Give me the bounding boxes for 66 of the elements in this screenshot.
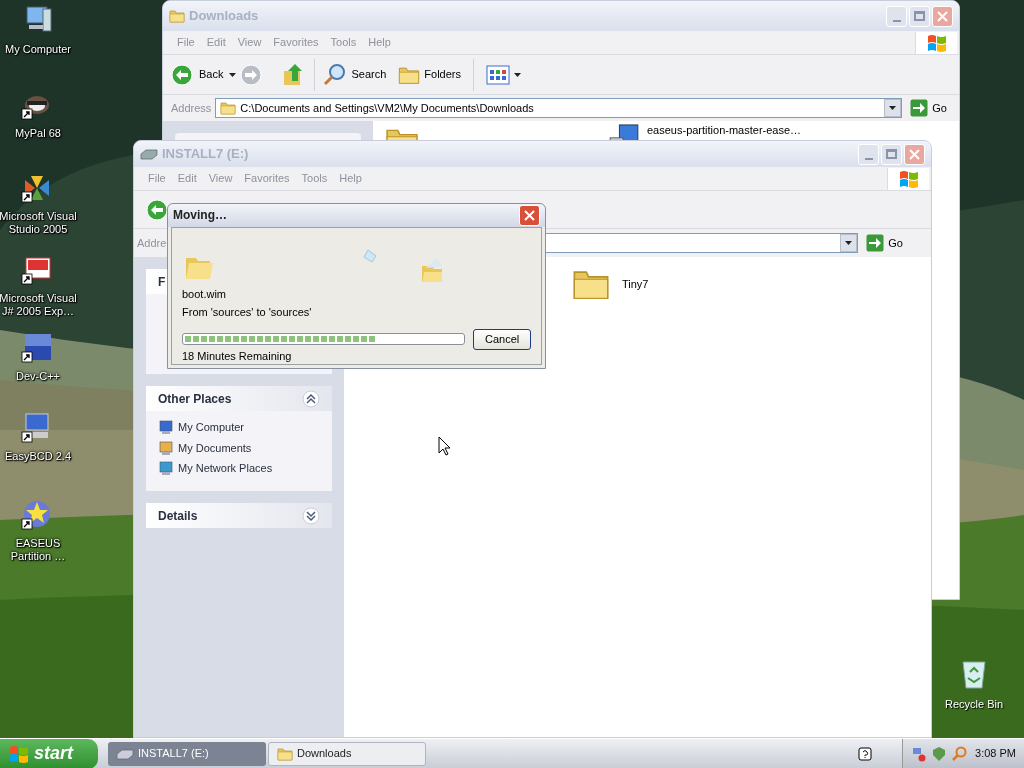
network-icon[interactable] <box>911 745 927 762</box>
desktop-icon-label[interactable]: Microsoft Visual Studio 2005 <box>0 210 78 236</box>
desktop-icon-label[interactable]: Recycle Bin <box>944 696 1004 713</box>
network-icon <box>158 460 174 477</box>
go-button[interactable]: Go <box>906 99 951 117</box>
taskbar-button[interactable]: INSTALL7 (E:) <box>108 741 266 766</box>
folder-icon <box>169 8 185 24</box>
window-title: Downloads <box>189 7 259 26</box>
search-button[interactable]: Search <box>323 62 387 87</box>
search-icon <box>323 62 348 87</box>
address-label: Address <box>171 100 212 116</box>
help-icon[interactable] <box>858 746 872 761</box>
flag-logo-icon <box>8 743 30 764</box>
panel-title[interactable]: Details <box>158 506 198 525</box>
go-button[interactable]: Go <box>862 234 907 252</box>
place-link[interactable]: My Computer <box>178 419 245 436</box>
file-name: boot.wim <box>182 286 228 302</box>
flag-logo-icon <box>897 168 920 189</box>
caret-icon <box>845 241 853 245</box>
clock: 3:08 PM <box>975 746 1016 762</box>
desktop-icon-label[interactable]: MyPal 68 <box>15 127 61 140</box>
place-link[interactable]: My Documents <box>178 439 252 456</box>
dropdown-button[interactable] <box>840 234 858 252</box>
views-button[interactable] <box>486 64 521 85</box>
address-field[interactable]: C:\Documents and Settings\VM2\My Documents\Downloads <box>215 98 903 118</box>
panel-title[interactable]: F <box>158 272 166 291</box>
desktop-icon-label[interactable]: Microsoft Visual J# 2005 Exp… <box>0 292 78 318</box>
dropdown-button[interactable] <box>884 99 902 117</box>
close-icon <box>937 10 948 22</box>
close-button[interactable] <box>519 204 540 226</box>
back-button[interactable]: Back <box>171 63 237 86</box>
folder-icon <box>220 100 237 116</box>
caret-icon <box>229 72 237 77</box>
dialog-title: Moving… <box>173 207 227 225</box>
drive-icon <box>140 148 158 160</box>
flag-logo-icon <box>925 32 948 53</box>
drive-icon <box>116 747 134 760</box>
move-detail: From 'sources' to 'sources' <box>182 305 313 320</box>
maximize-button[interactable] <box>881 143 902 165</box>
desktop-icon-label[interactable]: My Computer <box>5 43 71 56</box>
maximize-button[interactable] <box>909 5 930 27</box>
caret-icon <box>514 72 521 77</box>
minimize-button[interactable] <box>858 143 879 165</box>
place-link[interactable]: My Network Places <box>178 460 273 477</box>
file-name[interactable]: Tiny7 <box>622 275 649 293</box>
documents-icon <box>158 439 174 456</box>
close-icon <box>524 209 535 221</box>
time-remaining: 18 Minutes Remaining <box>182 348 293 364</box>
grid-view-icon <box>486 64 510 85</box>
address-label: Addre <box>137 235 167 251</box>
computer-icon <box>158 419 174 436</box>
folder-icon <box>277 745 293 762</box>
caret-icon <box>889 106 897 110</box>
collapse-chevron-icon[interactable] <box>302 389 320 408</box>
minimize-button[interactable] <box>886 5 907 27</box>
cancel-button[interactable]: Cancel <box>473 328 531 350</box>
window-title: INSTALL7 (E:) <box>162 145 249 164</box>
desktop-icon-label[interactable]: EASEUS Partition … <box>0 537 78 563</box>
folders-button[interactable]: Folders <box>398 63 461 86</box>
mouse-cursor-icon <box>438 436 451 456</box>
expand-chevron-icon[interactable] <box>302 506 320 525</box>
taskbar-button[interactable]: Downloads <box>268 741 426 766</box>
recycle-bin-icon[interactable] <box>959 658 989 690</box>
file-name[interactable]: easeus-partition-master-ease… <box>647 124 802 137</box>
close-icon <box>909 148 920 160</box>
desktop-icon-label[interactable]: Dev-C++ <box>16 370 60 383</box>
